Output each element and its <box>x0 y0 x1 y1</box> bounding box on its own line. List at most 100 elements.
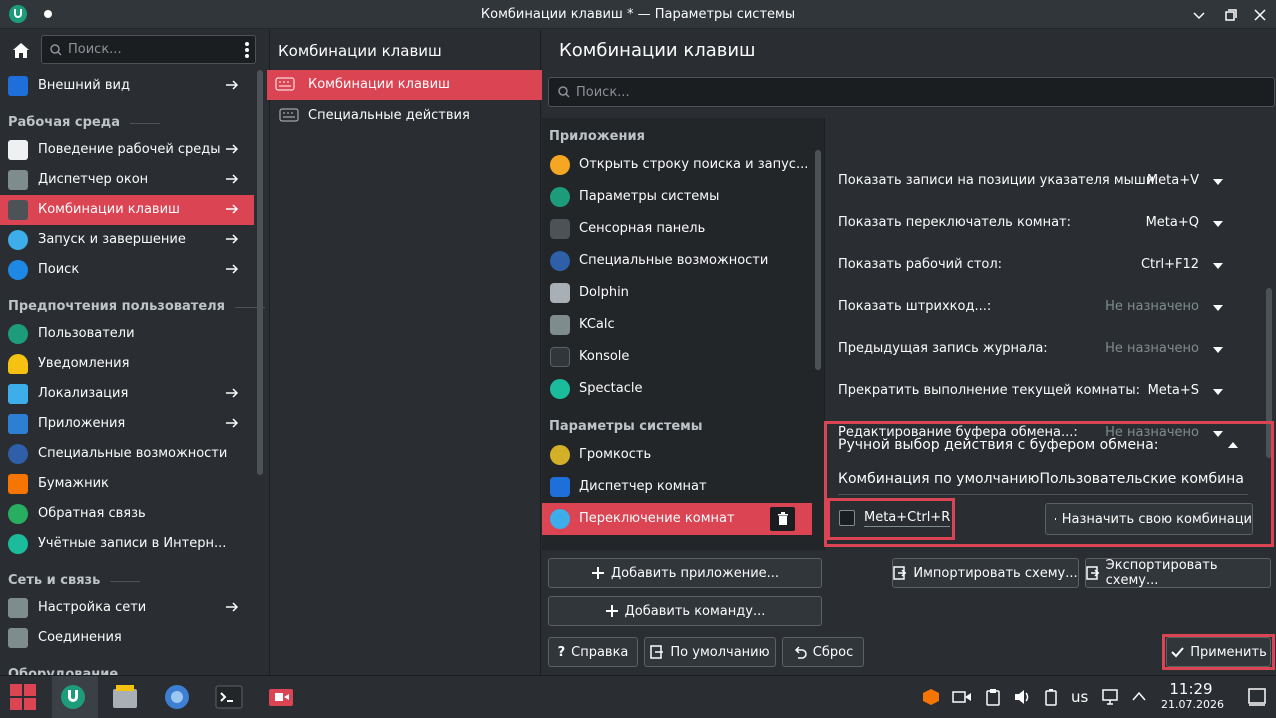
shortcut-row[interactable]: Предыдущая запись журнала: Не назначено <box>827 328 1257 370</box>
app-accessibility[interactable]: Специальные возможности <box>542 245 824 277</box>
chevron-down-icon[interactable] <box>1213 347 1223 353</box>
default-shortcut-checkbox[interactable] <box>839 510 855 526</box>
screen-recorder-icon[interactable] <box>266 682 296 712</box>
shortcut-row[interactable]: Показать рабочий стол: Ctrl+F12 <box>827 244 1257 286</box>
package-icon[interactable] <box>922 688 940 706</box>
clipboard-icon[interactable] <box>986 688 1000 706</box>
applications-icon <box>8 414 28 434</box>
sidebar-item-shortcuts[interactable]: Комбинации клавиш <box>0 195 254 225</box>
system-settings-icon[interactable] <box>58 682 88 712</box>
sidebar-item-search[interactable]: Поиск <box>0 255 254 285</box>
shortcut-row[interactable]: Показать записи на позиции указателя мыш… <box>827 160 1257 202</box>
chromium-icon[interactable] <box>162 682 192 712</box>
app-volume[interactable]: Громкость <box>542 439 824 471</box>
sidebar-item-window-manager[interactable]: Диспетчер окон <box>0 165 254 195</box>
sidebar-item-connections[interactable]: Соединения <box>0 623 254 653</box>
sidebar-item-startup[interactable]: Запуск и завершение <box>0 225 254 255</box>
defaults-button[interactable]: По умолчанию <box>644 637 776 667</box>
app-kcalc[interactable]: KCalc <box>542 309 824 341</box>
app-spectacle[interactable]: Spectacle <box>542 373 824 405</box>
sidebar-item-locale[interactable]: Локализация <box>0 379 254 409</box>
menu-icon[interactable] <box>244 41 250 59</box>
undo-icon <box>794 646 807 659</box>
sidebar-item-users[interactable]: Пользователи <box>0 319 254 349</box>
chevron-up-icon[interactable] <box>1228 442 1238 448</box>
shortcut-row[interactable]: Показать штрихкод...: Не назначено <box>827 286 1257 328</box>
sidebar-search-input[interactable]: Поиск... <box>41 35 256 64</box>
close-button[interactable] <box>1250 5 1270 25</box>
sidebar-scrollbar[interactable] <box>257 70 263 475</box>
dolphin-icon[interactable] <box>110 682 140 712</box>
sidebar-item-wallet[interactable]: Бумажник <box>0 469 254 499</box>
shortcut-row[interactable]: Прекратить выполнение текущей комнаты: M… <box>827 370 1257 412</box>
clock[interactable]: 11:29 21.07.2026 <box>1161 680 1224 711</box>
battery-icon[interactable] <box>1045 688 1057 706</box>
keyboard-layout-indicator[interactable]: us <box>1071 688 1088 706</box>
button-label: Назначить свою комбинаци <box>1061 511 1252 527</box>
sidebar-item-label: Специальные возможности <box>38 446 228 461</box>
search-icon <box>8 260 28 280</box>
app-launcher-icon[interactable] <box>8 682 38 712</box>
app-label: Dolphin <box>579 285 629 300</box>
app-krunner[interactable]: Открыть строку поиска и запус... <box>542 149 824 181</box>
page-title: Комбинации клавиш <box>559 40 756 61</box>
camera-icon[interactable] <box>952 690 972 704</box>
help-button[interactable]: ? Справка <box>548 637 638 667</box>
sidebar-item-online-accounts[interactable]: Учётные записи в Интерн... <box>0 529 254 559</box>
shortcut-row[interactable]: Показать переключатель комнат: Meta+Q <box>827 202 1257 244</box>
sidebar-item-label: Комбинации клавиш <box>38 202 180 217</box>
sidebar-item-accessibility[interactable]: Специальные возможности <box>0 439 254 469</box>
sidebar-item-network-settings[interactable]: Настройка сети <box>0 593 254 623</box>
custom-shortcut-header: Пользовательские комбина <box>1039 471 1244 487</box>
connections-icon <box>8 628 28 648</box>
button-label: По умолчанию <box>670 644 770 660</box>
add-application-button[interactable]: Добавить приложение... <box>548 558 822 588</box>
sidebar-item-notifications[interactable]: Уведомления <box>0 349 254 379</box>
sidebar-item-appearance[interactable]: Внешний вид <box>0 71 254 101</box>
category-special-actions[interactable]: Специальные действия <box>271 101 541 131</box>
sidebar-item-feedback[interactable]: Обратная связь <box>0 499 254 529</box>
export-scheme-button[interactable]: Экспортировать схему... <box>1085 558 1271 588</box>
sidebar-item-workspace-behavior[interactable]: Поведение рабочей среды <box>0 135 254 165</box>
window-title: Комбинации клавиш * — Параметры системы <box>480 7 796 22</box>
delete-button[interactable] <box>770 507 795 531</box>
chevron-down-icon[interactable] <box>1213 263 1223 269</box>
show-desktop-icon[interactable] <box>1248 688 1266 706</box>
chevron-up-icon[interactable] <box>1132 691 1146 701</box>
user-icon <box>8 324 28 344</box>
maximize-button[interactable] <box>1221 5 1241 25</box>
apply-button[interactable]: Применить <box>1166 637 1271 667</box>
shortcuts-search-input[interactable]: Поиск... <box>548 77 1275 107</box>
chevron-down-icon[interactable] <box>1213 389 1223 395</box>
shortcut-label: Предыдущая запись журнала: <box>838 341 1048 356</box>
chevron-down-icon[interactable] <box>1213 305 1223 311</box>
app-label: Открыть строку поиска и запус... <box>579 157 809 172</box>
app-list-scrollbar[interactable] <box>815 150 821 370</box>
minimize-button[interactable] <box>1189 5 1209 25</box>
chevron-down-icon[interactable] <box>1213 221 1223 227</box>
add-command-button[interactable]: Добавить команду... <box>548 596 822 626</box>
section-user-prefs: Предпочтения пользователя <box>8 299 266 314</box>
app-touchpad[interactable]: Сенсорная панель <box>542 213 824 245</box>
network-icon[interactable] <box>1102 688 1120 706</box>
volume-icon[interactable] <box>1013 688 1031 706</box>
app-dolphin[interactable]: Dolphin <box>542 277 824 309</box>
trash-icon <box>777 512 788 525</box>
chevron-down-icon[interactable] <box>1213 179 1223 185</box>
app-activity-manager[interactable]: Диспетчер комнат <box>542 471 824 503</box>
app-konsole[interactable]: Konsole <box>542 341 824 373</box>
sidebar-item-label: Обратная связь <box>38 506 146 521</box>
assign-custom-shortcut-button[interactable]: Назначить свою комбинаци <box>1045 503 1253 535</box>
sidebar-item-applications[interactable]: Приложения <box>0 409 254 439</box>
app-system-settings[interactable]: Параметры системы <box>542 181 824 213</box>
reset-button[interactable]: Сброс <box>782 637 864 667</box>
app-activity-switcher[interactable]: Переключение комнат <box>542 503 812 535</box>
category-shortcuts[interactable]: Комбинации клавиш <box>267 70 544 100</box>
sidebar-item-label: Запуск и завершение <box>38 232 186 247</box>
default-shortcut-header: Комбинация по умолчанию <box>838 471 1040 487</box>
section-system-settings: Параметры системы <box>549 419 703 434</box>
konsole-icon[interactable] <box>214 682 244 712</box>
home-icon[interactable] <box>10 40 32 62</box>
import-scheme-button[interactable]: Импортировать схему... <box>892 558 1079 588</box>
arrow-right-icon <box>226 174 239 184</box>
